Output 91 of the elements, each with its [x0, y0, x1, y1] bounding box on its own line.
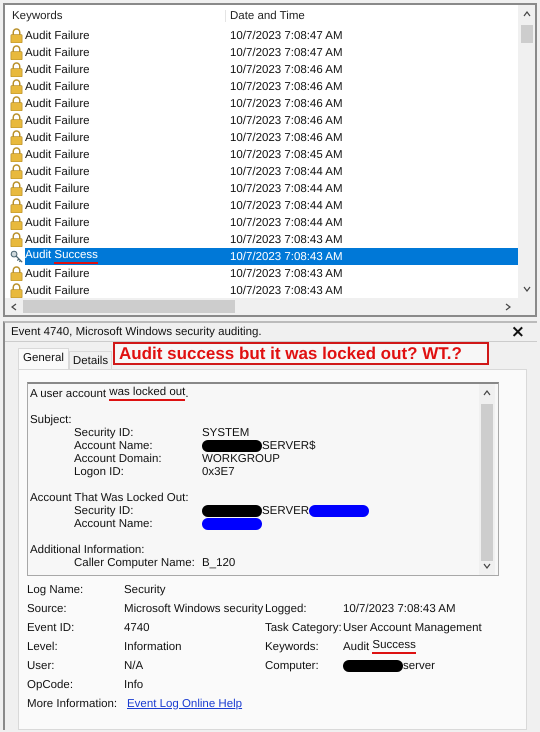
scroll-up-icon[interactable]	[482, 388, 492, 398]
padlock-icon	[10, 45, 23, 60]
padlock-icon	[10, 283, 23, 298]
field-label: Account Name:	[74, 518, 154, 530]
field-label: Account Name:	[74, 440, 154, 452]
section-heading: Account That Was Locked Out:	[30, 492, 189, 504]
field-value: SERVER$	[262, 440, 316, 452]
scroll-thumb[interactable]	[23, 300, 235, 313]
vertical-scrollbar[interactable]	[479, 384, 495, 575]
tab[interactable]: General	[18, 348, 69, 369]
section-heading: Additional Information:	[30, 544, 144, 556]
padlock-icon	[10, 113, 23, 128]
event-row[interactable]: Audit Failure 10/7/2023 7:08:43 AM	[25, 282, 518, 298]
property-value: Information	[124, 640, 182, 652]
padlock-icon	[10, 130, 23, 145]
scroll-thumb[interactable]	[520, 25, 532, 43]
property-value: Audit	[343, 640, 370, 652]
padlock-icon	[10, 79, 23, 94]
property-label: Computer:	[265, 660, 320, 672]
field-label: Caller Computer Name:	[74, 556, 196, 568]
property-value: server	[403, 660, 435, 672]
property-label: Log Name:	[27, 584, 84, 596]
padlock-icon	[10, 62, 23, 77]
padlock-icon	[10, 266, 23, 281]
event-row[interactable]: Audit Success 10/7/2023 7:08:43 AM	[25, 248, 518, 265]
property-label: Event ID:	[27, 622, 76, 634]
event-description: A user account was locked out.	[30, 387, 190, 400]
field-label: Security ID:	[74, 426, 134, 438]
event-row[interactable]: Audit Failure 10/7/2023 7:08:44 AM	[25, 214, 518, 231]
event-row[interactable]: Audit Failure 10/7/2023 7:08:44 AM	[25, 180, 518, 197]
padlock-icon	[10, 232, 23, 247]
scroll-up-icon[interactable]	[522, 9, 532, 19]
event-row[interactable]: Audit Failure 10/7/2023 7:08:43 AM	[25, 265, 518, 282]
field-value: WORKGROUP	[202, 452, 280, 464]
event-row[interactable]: Audit Failure 10/7/2023 7:08:46 AM	[25, 129, 518, 146]
property-label: Level:	[27, 640, 59, 652]
padlock-icon	[10, 28, 23, 43]
property-label: Source:	[27, 602, 68, 614]
field-value: 0x3E7	[202, 466, 235, 478]
column-header[interactable]: Keywords	[10, 10, 225, 22]
property-value: Info	[124, 678, 144, 690]
scroll-left-icon[interactable]	[9, 302, 19, 312]
padlock-icon	[10, 164, 23, 179]
close-button[interactable]: ×	[504, 324, 531, 340]
event-row[interactable]: Audit Failure 10/7/2023 7:08:44 AM	[25, 197, 518, 214]
property-value: Security	[124, 584, 166, 596]
field-value: SYSTEM	[202, 426, 250, 438]
field-value: SERVER	[262, 504, 310, 516]
scroll-thumb[interactable]	[481, 404, 493, 561]
property-value: Success	[372, 639, 416, 654]
scroll-down-icon[interactable]	[522, 284, 532, 294]
padlock-icon	[10, 215, 23, 230]
event-row[interactable]: Audit Failure 10/7/2023 7:08:45 AM	[25, 146, 518, 163]
event-row[interactable]: Audit Failure 10/7/2023 7:08:43 AM	[25, 231, 518, 248]
field-label: Logon ID:	[74, 466, 125, 478]
event-row[interactable]: Audit Failure 10/7/2023 7:08:44 AM	[25, 163, 518, 180]
scroll-down-icon[interactable]	[482, 561, 492, 571]
event-row[interactable]: Audit Failure 10/7/2023 7:08:46 AM	[25, 78, 518, 95]
padlock-icon	[10, 147, 23, 162]
property-value: 10/7/2023 7:08:43 AM	[343, 602, 456, 614]
event-row[interactable]: Audit Failure 10/7/2023 7:08:46 AM	[25, 112, 518, 129]
event-title: Event 4740, Microsoft Windows security auditing.	[11, 326, 263, 338]
section-heading: Subject:	[30, 414, 72, 426]
property-label: Task Category:	[265, 622, 343, 634]
horizontal-scrollbar[interactable]	[5, 298, 535, 315]
padlock-icon	[10, 96, 23, 111]
field-value: B_120	[202, 556, 236, 568]
event-row[interactable]: Audit Failure 10/7/2023 7:08:46 AM	[25, 95, 518, 112]
event-row[interactable]: Audit Failure 10/7/2023 7:08:46 AM	[25, 61, 518, 78]
property-label: OpCode:	[27, 678, 74, 690]
property-label: More Information:	[27, 698, 118, 710]
field-label: Account Domain:	[74, 452, 163, 464]
property-value: 4740	[124, 622, 150, 634]
property-label: User:	[27, 660, 56, 672]
annotation-callout: Audit success but it was locked out? WT.?	[113, 342, 489, 365]
property-value: N/A	[124, 660, 144, 672]
event-row[interactable]: Audit Failure 10/7/2023 7:08:47 AM	[25, 44, 518, 61]
property-label: Keywords:	[265, 640, 320, 652]
padlock-icon	[10, 198, 23, 213]
property-label: Logged:	[265, 602, 308, 614]
field-label: Security ID:	[74, 504, 134, 516]
key-icon	[10, 249, 23, 264]
vertical-scrollbar[interactable]	[518, 5, 535, 298]
event-row[interactable]: Audit Failure 10/7/2023 7:08:47 AM	[25, 27, 518, 44]
column-header[interactable]: Date and Time	[225, 10, 305, 22]
property-value: Microsoft Windows security	[124, 602, 264, 614]
property-value: User Account Management	[343, 622, 482, 634]
help-link[interactable]: Event Log Online Help	[127, 698, 242, 710]
scroll-right-icon[interactable]	[503, 302, 513, 312]
padlock-icon	[10, 181, 23, 196]
tab[interactable]: Details	[68, 351, 112, 369]
